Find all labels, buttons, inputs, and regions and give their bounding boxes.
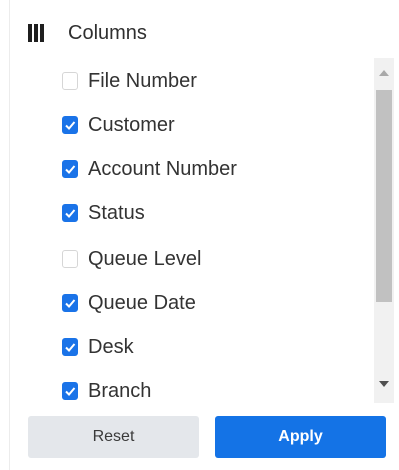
columns-icon xyxy=(28,24,44,42)
scrollbar-thumb[interactable] xyxy=(376,90,392,302)
reset-button[interactable]: Reset xyxy=(28,416,199,458)
column-label: Queue Date xyxy=(88,291,196,314)
column-label: File Number xyxy=(88,69,197,92)
column-option-branch[interactable]: Branch xyxy=(62,376,151,403)
vertical-scrollbar[interactable] xyxy=(374,58,394,403)
checkbox-checked[interactable] xyxy=(62,160,78,178)
checkbox-checked[interactable] xyxy=(62,294,78,312)
column-option-account-number[interactable]: Account Number xyxy=(62,154,237,184)
apply-button[interactable]: Apply xyxy=(215,416,386,458)
column-option-file-number[interactable]: File Number xyxy=(62,66,197,96)
column-label: Queue Level xyxy=(88,247,202,270)
column-option-status[interactable]: Status xyxy=(62,198,145,228)
scroll-down-arrow-icon[interactable] xyxy=(374,373,394,395)
checkbox-checked[interactable] xyxy=(62,116,78,134)
checkbox-checked[interactable] xyxy=(62,204,78,222)
columns-panel: Columns File Number Customer Account Num… xyxy=(0,0,399,470)
panel-footer: Reset Apply xyxy=(0,410,399,470)
column-option-customer[interactable]: Customer xyxy=(62,110,175,140)
checkbox-unchecked[interactable] xyxy=(62,72,78,90)
column-option-queue-date[interactable]: Queue Date xyxy=(62,288,196,318)
column-list: File Number Customer Account Number Stat… xyxy=(0,58,372,403)
column-label: Status xyxy=(88,201,145,224)
checkbox-unchecked[interactable] xyxy=(62,250,78,268)
column-option-queue-level[interactable]: Queue Level xyxy=(62,244,201,274)
scroll-up-arrow-icon[interactable] xyxy=(374,62,394,84)
columns-title: Columns xyxy=(68,21,147,44)
column-label: Customer xyxy=(88,113,175,136)
checkbox-checked[interactable] xyxy=(62,338,78,356)
column-label: Desk xyxy=(88,335,134,358)
column-label: Branch xyxy=(88,379,152,402)
columns-header: Columns xyxy=(28,20,147,46)
column-label: Account Number xyxy=(88,157,237,180)
column-option-desk[interactable]: Desk xyxy=(62,332,134,362)
checkbox-checked[interactable] xyxy=(62,382,78,400)
